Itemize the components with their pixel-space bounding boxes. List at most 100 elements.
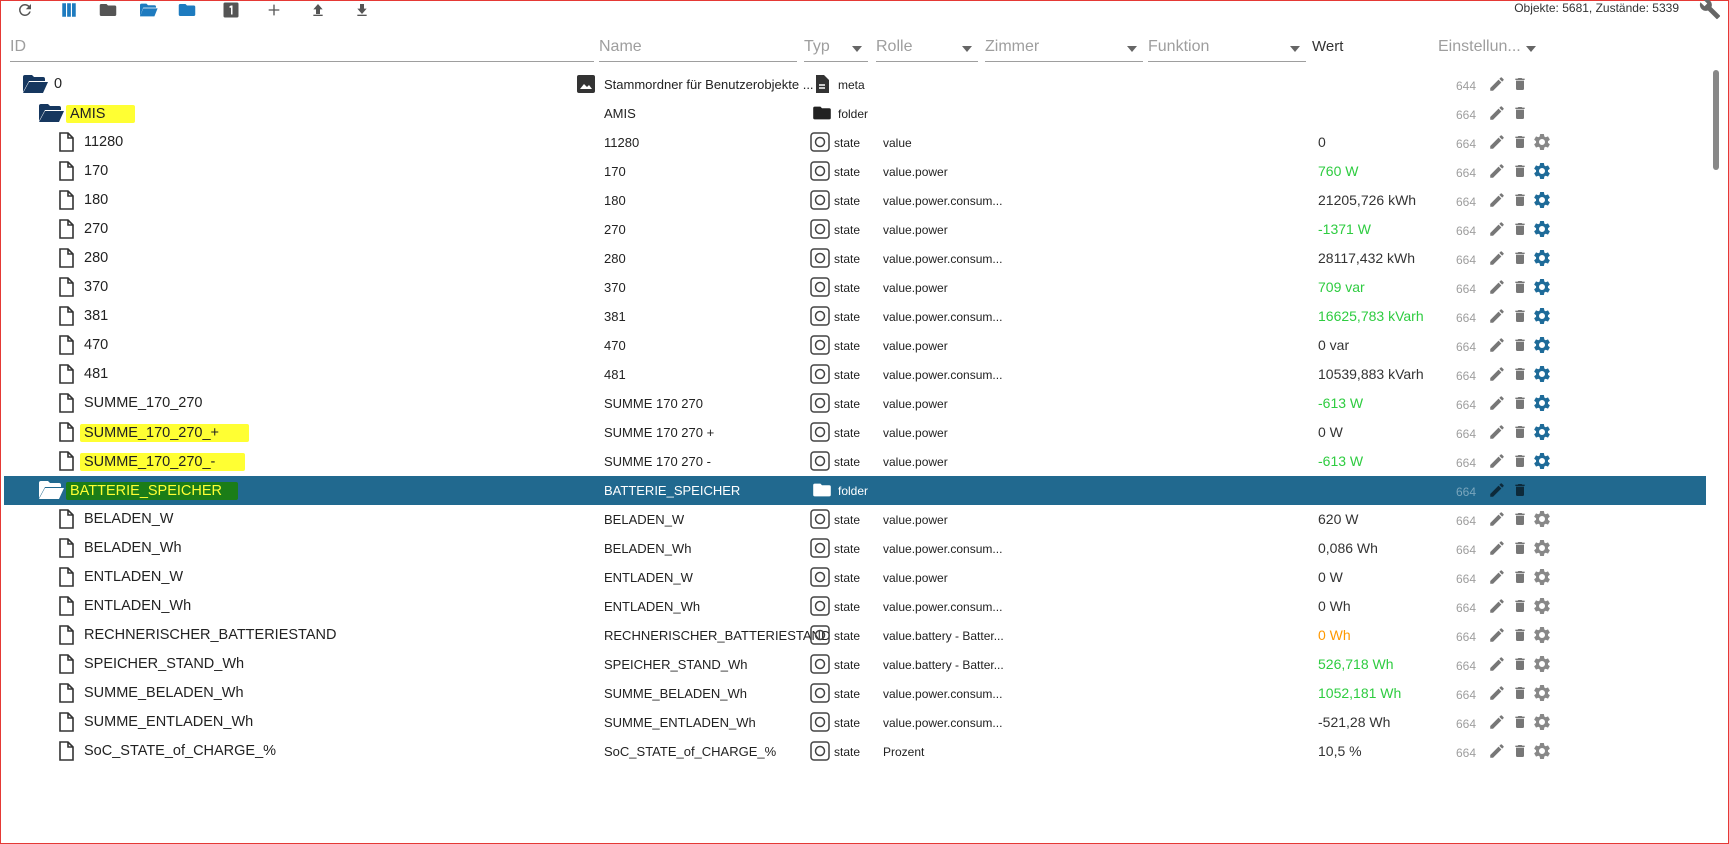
file-icon[interactable] — [58, 509, 74, 532]
object-value[interactable]: -521,28 Wh — [1318, 714, 1390, 730]
delete-icon[interactable] — [1512, 597, 1528, 618]
table-row[interactable]: 170 170 state value.power 760 W 664 — [4, 157, 1706, 186]
vertical-scrollbar[interactable] — [1711, 70, 1721, 844]
access-rights[interactable]: 664 — [1456, 659, 1476, 673]
object-value[interactable]: 10539,883 kVarh — [1318, 366, 1424, 382]
gear-icon[interactable] — [1532, 190, 1552, 213]
gear-icon[interactable] — [1532, 335, 1552, 358]
table-row[interactable]: 270 270 state value.power -1371 W 664 — [4, 215, 1706, 244]
folder-open-icon[interactable] — [38, 103, 64, 126]
table-row[interactable]: SUMME_170_270_- SUMME 170 270 - state value… — [4, 447, 1706, 476]
edit-icon[interactable] — [1488, 539, 1506, 560]
gear-icon[interactable] — [1532, 625, 1552, 648]
delete-icon[interactable] — [1512, 713, 1528, 734]
access-rights[interactable]: 664 — [1456, 166, 1476, 180]
object-value[interactable]: 28117,432 kWh — [1318, 250, 1415, 266]
object-value[interactable]: 0 Wh — [1318, 598, 1351, 614]
delete-icon[interactable] — [1512, 75, 1528, 96]
add-icon[interactable] — [263, 0, 285, 20]
edit-icon[interactable] — [1488, 104, 1506, 125]
folder-icon[interactable] — [97, 0, 119, 20]
file-icon[interactable] — [58, 306, 74, 329]
edit-icon[interactable] — [1488, 249, 1506, 270]
access-rights[interactable]: 664 — [1456, 456, 1476, 470]
access-rights[interactable]: 664 — [1456, 224, 1476, 238]
gear-icon[interactable] — [1532, 364, 1552, 387]
object-value[interactable]: 1052,181 Wh — [1318, 685, 1401, 701]
table-row[interactable]: 381 381 state value.power.consum... 16625,78… — [4, 302, 1706, 331]
access-rights[interactable]: 664 — [1456, 572, 1476, 586]
object-value[interactable]: -613 W — [1318, 453, 1363, 469]
file-icon[interactable] — [58, 393, 74, 416]
access-rights[interactable]: 664 — [1456, 630, 1476, 644]
object-value[interactable]: 0 Wh — [1318, 627, 1351, 643]
object-value[interactable]: -613 W — [1318, 395, 1363, 411]
edit-icon[interactable] — [1488, 191, 1506, 212]
folder-open-icon[interactable] — [22, 74, 48, 97]
edit-icon[interactable] — [1488, 742, 1506, 763]
delete-icon[interactable] — [1512, 278, 1528, 299]
access-rights[interactable]: 664 — [1456, 108, 1476, 122]
delete-icon[interactable] — [1512, 104, 1528, 125]
file-icon[interactable] — [58, 132, 74, 155]
delete-icon[interactable] — [1512, 394, 1528, 415]
file-icon[interactable] — [58, 683, 74, 706]
file-icon[interactable] — [58, 712, 74, 735]
object-value[interactable]: 16625,783 kVarh — [1318, 308, 1424, 324]
object-value[interactable]: 0 — [1318, 134, 1326, 150]
access-rights[interactable]: 664 — [1456, 717, 1476, 731]
table-row[interactable]: BELADEN_Wh BELADEN_Wh state value.power.con… — [4, 534, 1706, 563]
file-icon[interactable] — [58, 538, 74, 561]
gear-icon[interactable] — [1532, 132, 1552, 155]
function-filter[interactable]: Funktion — [1148, 34, 1306, 62]
delete-icon[interactable] — [1512, 423, 1528, 444]
gear-icon[interactable] — [1532, 393, 1552, 416]
delete-icon[interactable] — [1512, 249, 1528, 270]
access-rights[interactable]: 664 — [1456, 688, 1476, 702]
access-rights[interactable]: 664 — [1456, 427, 1476, 441]
delete-icon[interactable] — [1512, 307, 1528, 328]
file-icon[interactable] — [58, 422, 74, 445]
table-row[interactable]: 11280 11280 state value 0 664 — [4, 128, 1706, 157]
table-row[interactable]: SUMME_BELADEN_Wh SUMME_BELADEN_Wh state val… — [4, 679, 1706, 708]
access-rights[interactable]: 664 — [1456, 746, 1476, 760]
edit-icon[interactable] — [1488, 452, 1506, 473]
edit-icon[interactable] — [1488, 365, 1506, 386]
edit-icon[interactable] — [1488, 713, 1506, 734]
file-icon[interactable] — [58, 364, 74, 387]
object-value[interactable]: 0 W — [1318, 569, 1343, 585]
edit-icon[interactable] — [1488, 162, 1506, 183]
table-row[interactable]: SUMME_170_270 SUMME 170 270 state value.pow… — [4, 389, 1706, 418]
file-icon[interactable] — [58, 190, 74, 213]
access-rights[interactable]: 664 — [1456, 282, 1476, 296]
access-rights[interactable]: 664 — [1456, 137, 1476, 151]
table-row[interactable]: SUMME_170_270_+ SUMME 170 270 + state value… — [4, 418, 1706, 447]
object-value[interactable]: 0,086 Wh — [1318, 540, 1378, 556]
file-icon[interactable] — [58, 451, 74, 474]
object-value[interactable]: 21205,726 kWh — [1318, 192, 1416, 208]
edit-icon[interactable] — [1488, 568, 1506, 589]
table-row[interactable]: SPEICHER_STAND_Wh SPEICHER_STAND_Wh state v… — [4, 650, 1706, 679]
delete-icon[interactable] — [1512, 568, 1528, 589]
edit-icon[interactable] — [1488, 75, 1506, 96]
gear-icon[interactable] — [1532, 422, 1552, 445]
table-row[interactable]: 370 370 state value.power 709 var 664 — [4, 273, 1706, 302]
id-filter[interactable]: ID — [10, 34, 594, 62]
delete-icon[interactable] — [1512, 191, 1528, 212]
gear-icon[interactable] — [1532, 277, 1552, 300]
table-row[interactable]: BATTERIE_SPEICHER BATTERIE_SPEICHER folder… — [4, 476, 1706, 505]
access-rights[interactable]: 664 — [1456, 543, 1476, 557]
access-rights[interactable]: 664 — [1456, 340, 1476, 354]
room-filter[interactable]: Zimmer — [985, 34, 1143, 62]
file-icon[interactable] — [58, 335, 74, 358]
gear-icon[interactable] — [1532, 248, 1552, 271]
gear-icon[interactable] — [1532, 306, 1552, 329]
access-rights[interactable]: 664 — [1456, 514, 1476, 528]
edit-icon[interactable] — [1488, 133, 1506, 154]
file-icon[interactable] — [58, 219, 74, 242]
access-rights[interactable]: 664 — [1456, 195, 1476, 209]
gear-icon[interactable] — [1532, 538, 1552, 561]
table-row[interactable]: ENTLADEN_Wh ENTLADEN_Wh state value.power.c… — [4, 592, 1706, 621]
delete-icon[interactable] — [1512, 510, 1528, 531]
table-row[interactable]: SUMME_ENTLADEN_Wh SUMME_ENTLADEN_Wh state v… — [4, 708, 1706, 737]
